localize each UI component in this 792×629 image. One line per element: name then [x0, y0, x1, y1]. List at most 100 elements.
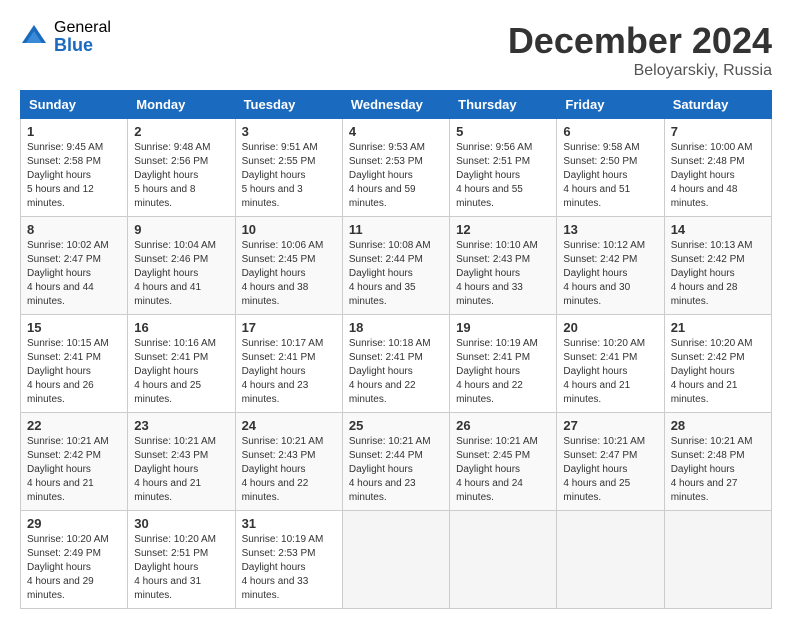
sunset-label: Sunset: 2:45 PM	[456, 450, 530, 461]
day-info: Sunrise: 10:17 AM Sunset: 2:41 PM Daylig…	[242, 337, 336, 407]
day-info: Sunrise: 10:08 AM Sunset: 2:44 PM Daylig…	[349, 239, 443, 309]
day-number: 3	[242, 124, 336, 139]
sunrise-label: Sunrise: 10:21 AM	[671, 436, 753, 447]
day-number: 10	[242, 222, 336, 237]
day-number: 11	[349, 222, 443, 237]
calendar-cell: 3 Sunrise: 9:51 AM Sunset: 2:55 PM Dayli…	[235, 119, 342, 217]
day-info: Sunrise: 10:00 AM Sunset: 2:48 PM Daylig…	[671, 141, 765, 211]
sunset-label: Sunset: 2:42 PM	[671, 352, 745, 363]
day-info: Sunrise: 10:21 AM Sunset: 2:43 PM Daylig…	[242, 435, 336, 505]
sunset-label: Sunset: 2:41 PM	[563, 352, 637, 363]
daylight-value: 4 hours and 44 minutes.	[27, 282, 94, 307]
daylight-value: 4 hours and 51 minutes.	[563, 184, 630, 209]
sunrise-label: Sunrise: 10:06 AM	[242, 240, 324, 251]
sunrise-label: Sunrise: 9:48 AM	[134, 142, 210, 153]
daylight-label: Daylight hours	[349, 268, 413, 279]
sunset-label: Sunset: 2:49 PM	[27, 548, 101, 559]
day-number: 9	[134, 222, 228, 237]
day-number: 20	[563, 320, 657, 335]
calendar-cell: 15 Sunrise: 10:15 AM Sunset: 2:41 PM Day…	[21, 315, 128, 413]
calendar-week-row: 15 Sunrise: 10:15 AM Sunset: 2:41 PM Day…	[21, 315, 772, 413]
daylight-value: 4 hours and 21 minutes.	[27, 478, 94, 503]
day-info: Sunrise: 10:18 AM Sunset: 2:41 PM Daylig…	[349, 337, 443, 407]
logo-general: General	[54, 20, 111, 36]
day-number: 4	[349, 124, 443, 139]
calendar-cell-empty	[664, 511, 771, 609]
calendar-cell: 18 Sunrise: 10:18 AM Sunset: 2:41 PM Day…	[342, 315, 449, 413]
day-info: Sunrise: 9:48 AM Sunset: 2:56 PM Dayligh…	[134, 141, 228, 211]
sunrise-label: Sunrise: 10:20 AM	[134, 534, 216, 545]
daylight-label: Daylight hours	[27, 170, 91, 181]
sunrise-label: Sunrise: 10:13 AM	[671, 240, 753, 251]
sunrise-label: Sunrise: 10:00 AM	[671, 142, 753, 153]
day-info: Sunrise: 10:15 AM Sunset: 2:41 PM Daylig…	[27, 337, 121, 407]
daylight-value: 4 hours and 22 minutes.	[349, 380, 416, 405]
sunset-label: Sunset: 2:55 PM	[242, 156, 316, 167]
day-number: 22	[27, 418, 121, 433]
sunset-label: Sunset: 2:47 PM	[27, 254, 101, 265]
sunrise-label: Sunrise: 10:08 AM	[349, 240, 431, 251]
day-number: 13	[563, 222, 657, 237]
day-number: 12	[456, 222, 550, 237]
day-number: 16	[134, 320, 228, 335]
calendar-cell: 25 Sunrise: 10:21 AM Sunset: 2:44 PM Day…	[342, 413, 449, 511]
sunset-label: Sunset: 2:41 PM	[27, 352, 101, 363]
day-number: 15	[27, 320, 121, 335]
sunset-label: Sunset: 2:41 PM	[456, 352, 530, 363]
day-info: Sunrise: 10:04 AM Sunset: 2:46 PM Daylig…	[134, 239, 228, 309]
daylight-label: Daylight hours	[242, 562, 306, 573]
day-info: Sunrise: 10:06 AM Sunset: 2:45 PM Daylig…	[242, 239, 336, 309]
calendar-cell: 23 Sunrise: 10:21 AM Sunset: 2:43 PM Day…	[128, 413, 235, 511]
day-number: 19	[456, 320, 550, 335]
sunrise-label: Sunrise: 10:21 AM	[456, 436, 538, 447]
daylight-label: Daylight hours	[563, 464, 627, 475]
sunset-label: Sunset: 2:45 PM	[242, 254, 316, 265]
sunrise-label: Sunrise: 10:18 AM	[349, 338, 431, 349]
daylight-value: 4 hours and 33 minutes.	[456, 282, 523, 307]
day-info: Sunrise: 10:12 AM Sunset: 2:42 PM Daylig…	[563, 239, 657, 309]
sunrise-label: Sunrise: 10:19 AM	[242, 534, 324, 545]
calendar-cell: 1 Sunrise: 9:45 AM Sunset: 2:58 PM Dayli…	[21, 119, 128, 217]
calendar-week-row: 8 Sunrise: 10:02 AM Sunset: 2:47 PM Dayl…	[21, 217, 772, 315]
day-number: 8	[27, 222, 121, 237]
day-info: Sunrise: 9:58 AM Sunset: 2:50 PM Dayligh…	[563, 141, 657, 211]
calendar-cell: 9 Sunrise: 10:04 AM Sunset: 2:46 PM Dayl…	[128, 217, 235, 315]
sunrise-label: Sunrise: 10:21 AM	[242, 436, 324, 447]
day-number: 26	[456, 418, 550, 433]
daylight-label: Daylight hours	[134, 170, 198, 181]
calendar-week-row: 29 Sunrise: 10:20 AM Sunset: 2:49 PM Day…	[21, 511, 772, 609]
sunrise-label: Sunrise: 10:21 AM	[134, 436, 216, 447]
day-info: Sunrise: 10:21 AM Sunset: 2:45 PM Daylig…	[456, 435, 550, 505]
sunset-label: Sunset: 2:44 PM	[349, 254, 423, 265]
daylight-label: Daylight hours	[134, 464, 198, 475]
day-info: Sunrise: 10:20 AM Sunset: 2:51 PM Daylig…	[134, 533, 228, 603]
sunset-label: Sunset: 2:41 PM	[242, 352, 316, 363]
logo-text: General Blue	[54, 20, 111, 54]
daylight-label: Daylight hours	[349, 464, 413, 475]
daylight-value: 4 hours and 21 minutes.	[563, 380, 630, 405]
daylight-label: Daylight hours	[134, 366, 198, 377]
title-block: December 2024 Beloyarskiy, Russia	[508, 20, 772, 80]
calendar-cell: 28 Sunrise: 10:21 AM Sunset: 2:48 PM Day…	[664, 413, 771, 511]
col-wednesday: Wednesday	[342, 91, 449, 119]
daylight-label: Daylight hours	[671, 268, 735, 279]
day-number: 30	[134, 516, 228, 531]
sunset-label: Sunset: 2:44 PM	[349, 450, 423, 461]
sunset-label: Sunset: 2:46 PM	[134, 254, 208, 265]
daylight-value: 4 hours and 38 minutes.	[242, 282, 309, 307]
day-info: Sunrise: 9:45 AM Sunset: 2:58 PM Dayligh…	[27, 141, 121, 211]
calendar-cell-empty	[557, 511, 664, 609]
daylight-label: Daylight hours	[242, 268, 306, 279]
sunrise-label: Sunrise: 10:21 AM	[27, 436, 109, 447]
daylight-value: 4 hours and 21 minutes.	[671, 380, 738, 405]
calendar-cell: 2 Sunrise: 9:48 AM Sunset: 2:56 PM Dayli…	[128, 119, 235, 217]
calendar-cell: 11 Sunrise: 10:08 AM Sunset: 2:44 PM Day…	[342, 217, 449, 315]
day-number: 24	[242, 418, 336, 433]
daylight-value: 5 hours and 8 minutes.	[134, 184, 195, 209]
day-info: Sunrise: 9:53 AM Sunset: 2:53 PM Dayligh…	[349, 141, 443, 211]
daylight-value: 4 hours and 25 minutes.	[134, 380, 201, 405]
calendar-cell: 17 Sunrise: 10:17 AM Sunset: 2:41 PM Day…	[235, 315, 342, 413]
sunrise-label: Sunrise: 10:04 AM	[134, 240, 216, 251]
day-info: Sunrise: 10:21 AM Sunset: 2:47 PM Daylig…	[563, 435, 657, 505]
daylight-label: Daylight hours	[456, 170, 520, 181]
